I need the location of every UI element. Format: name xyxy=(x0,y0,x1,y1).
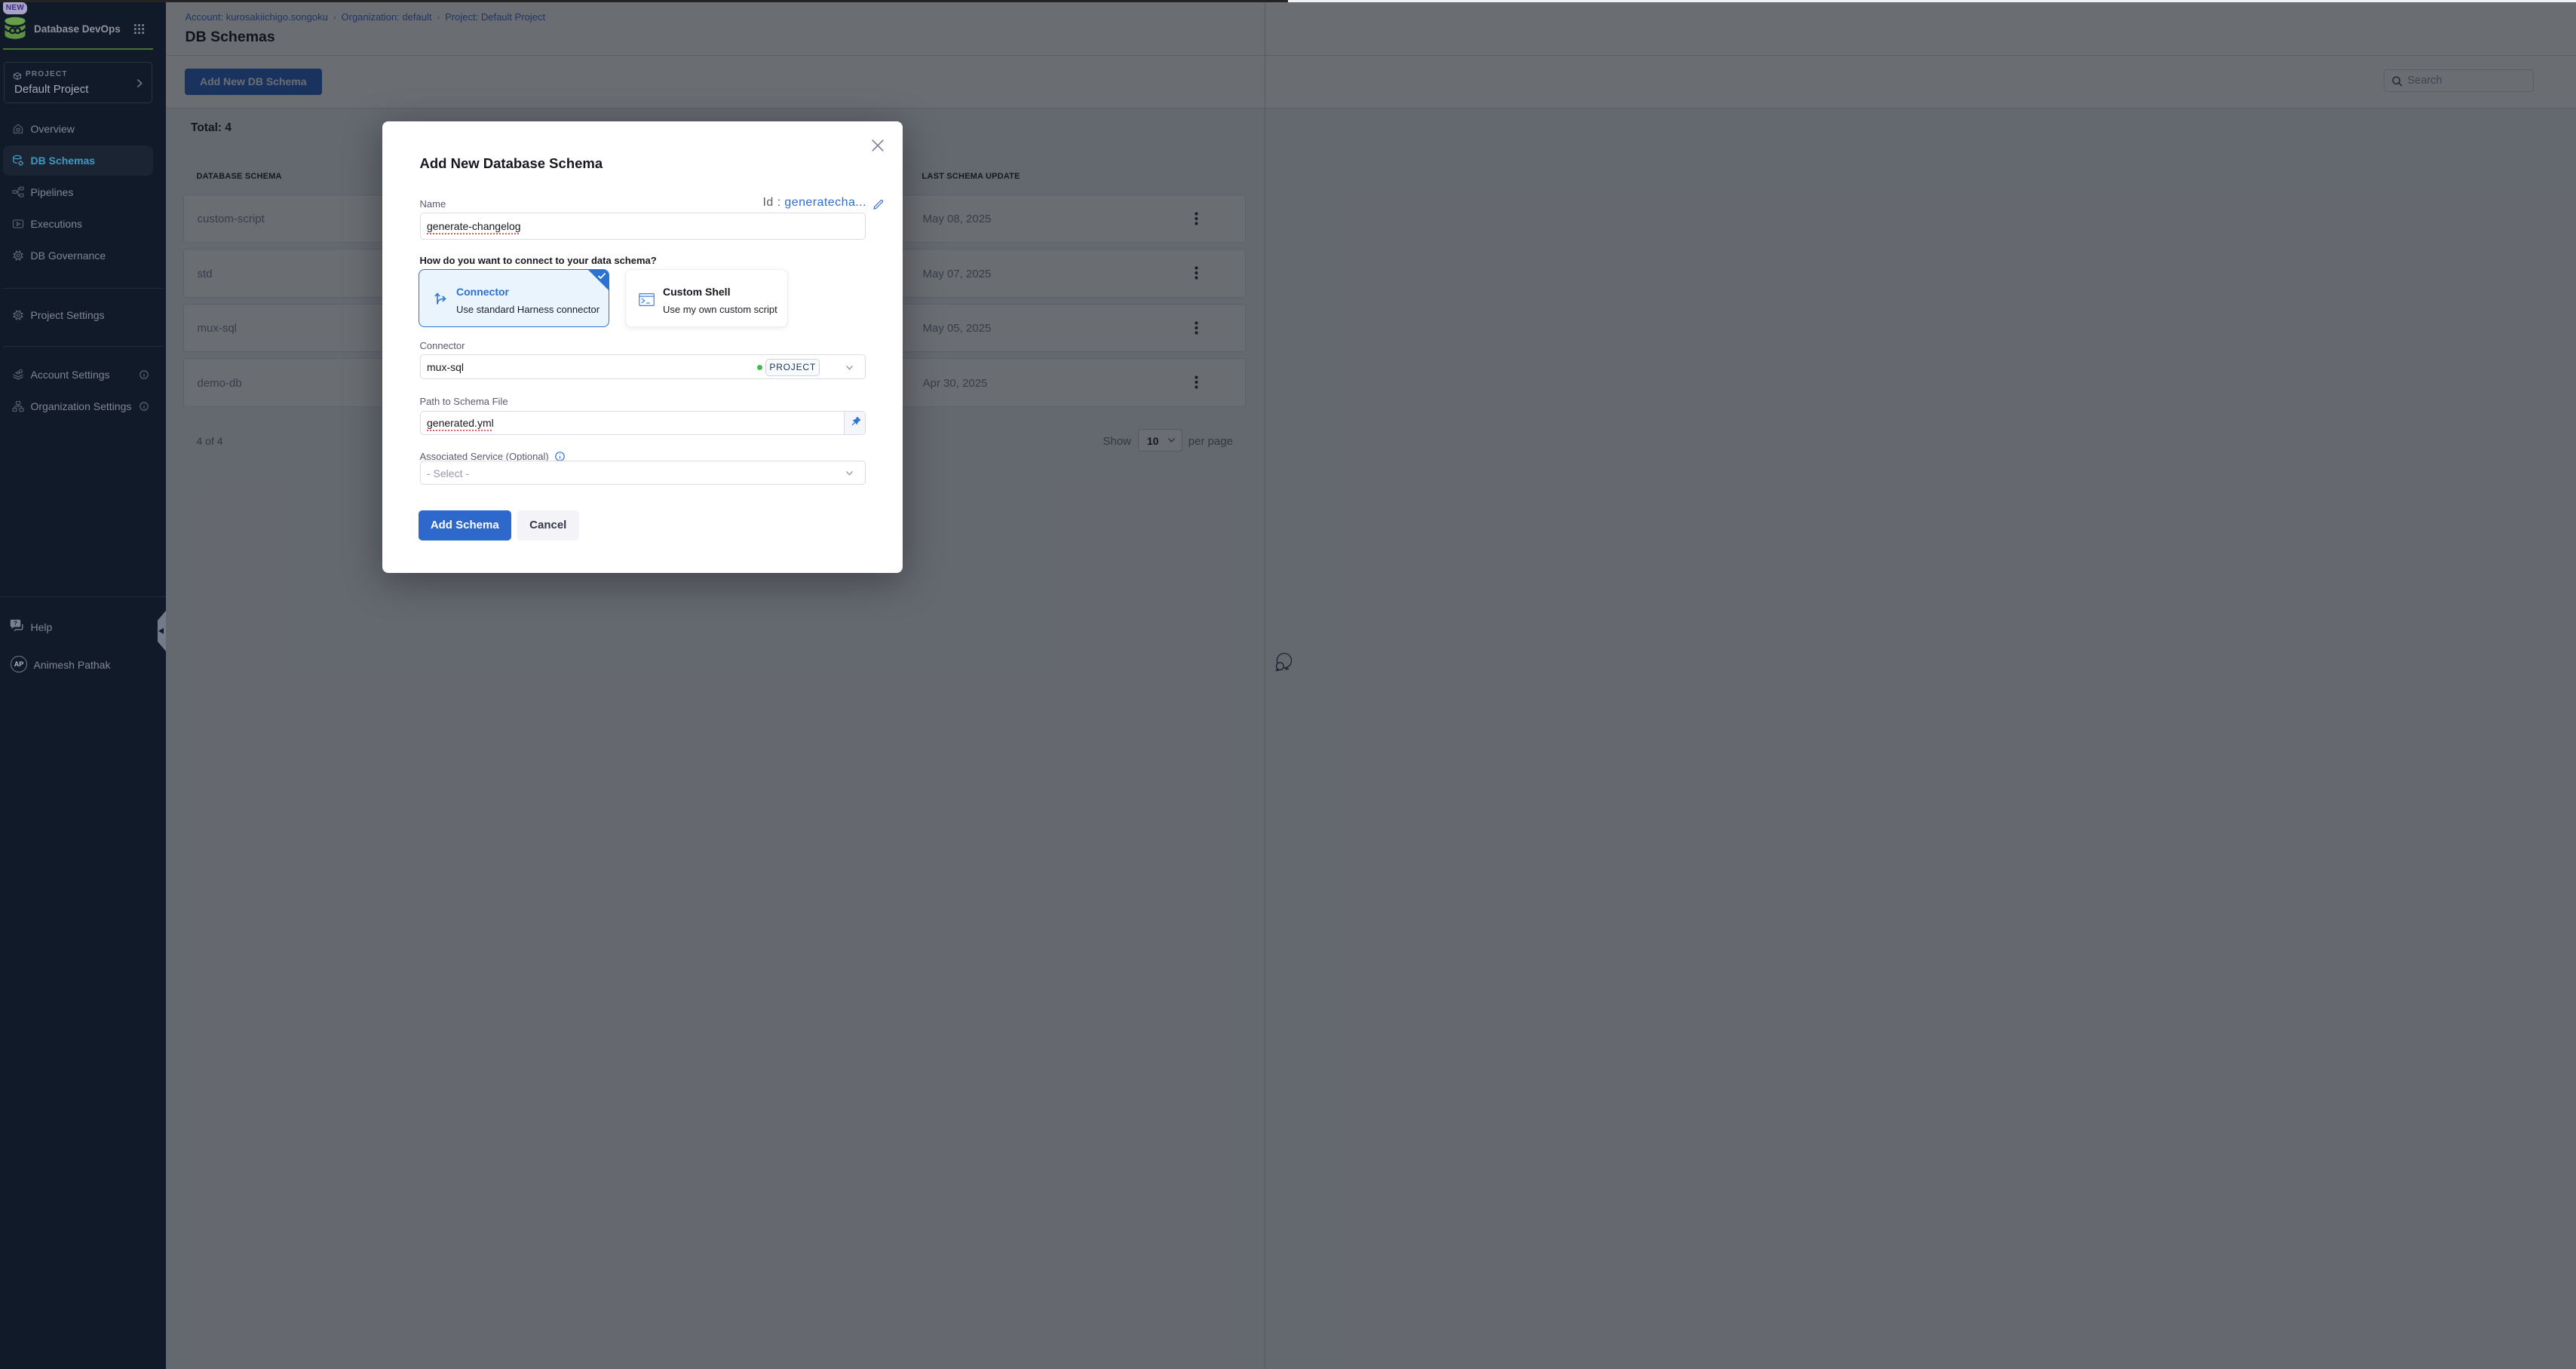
svg-text:?: ? xyxy=(14,620,17,627)
